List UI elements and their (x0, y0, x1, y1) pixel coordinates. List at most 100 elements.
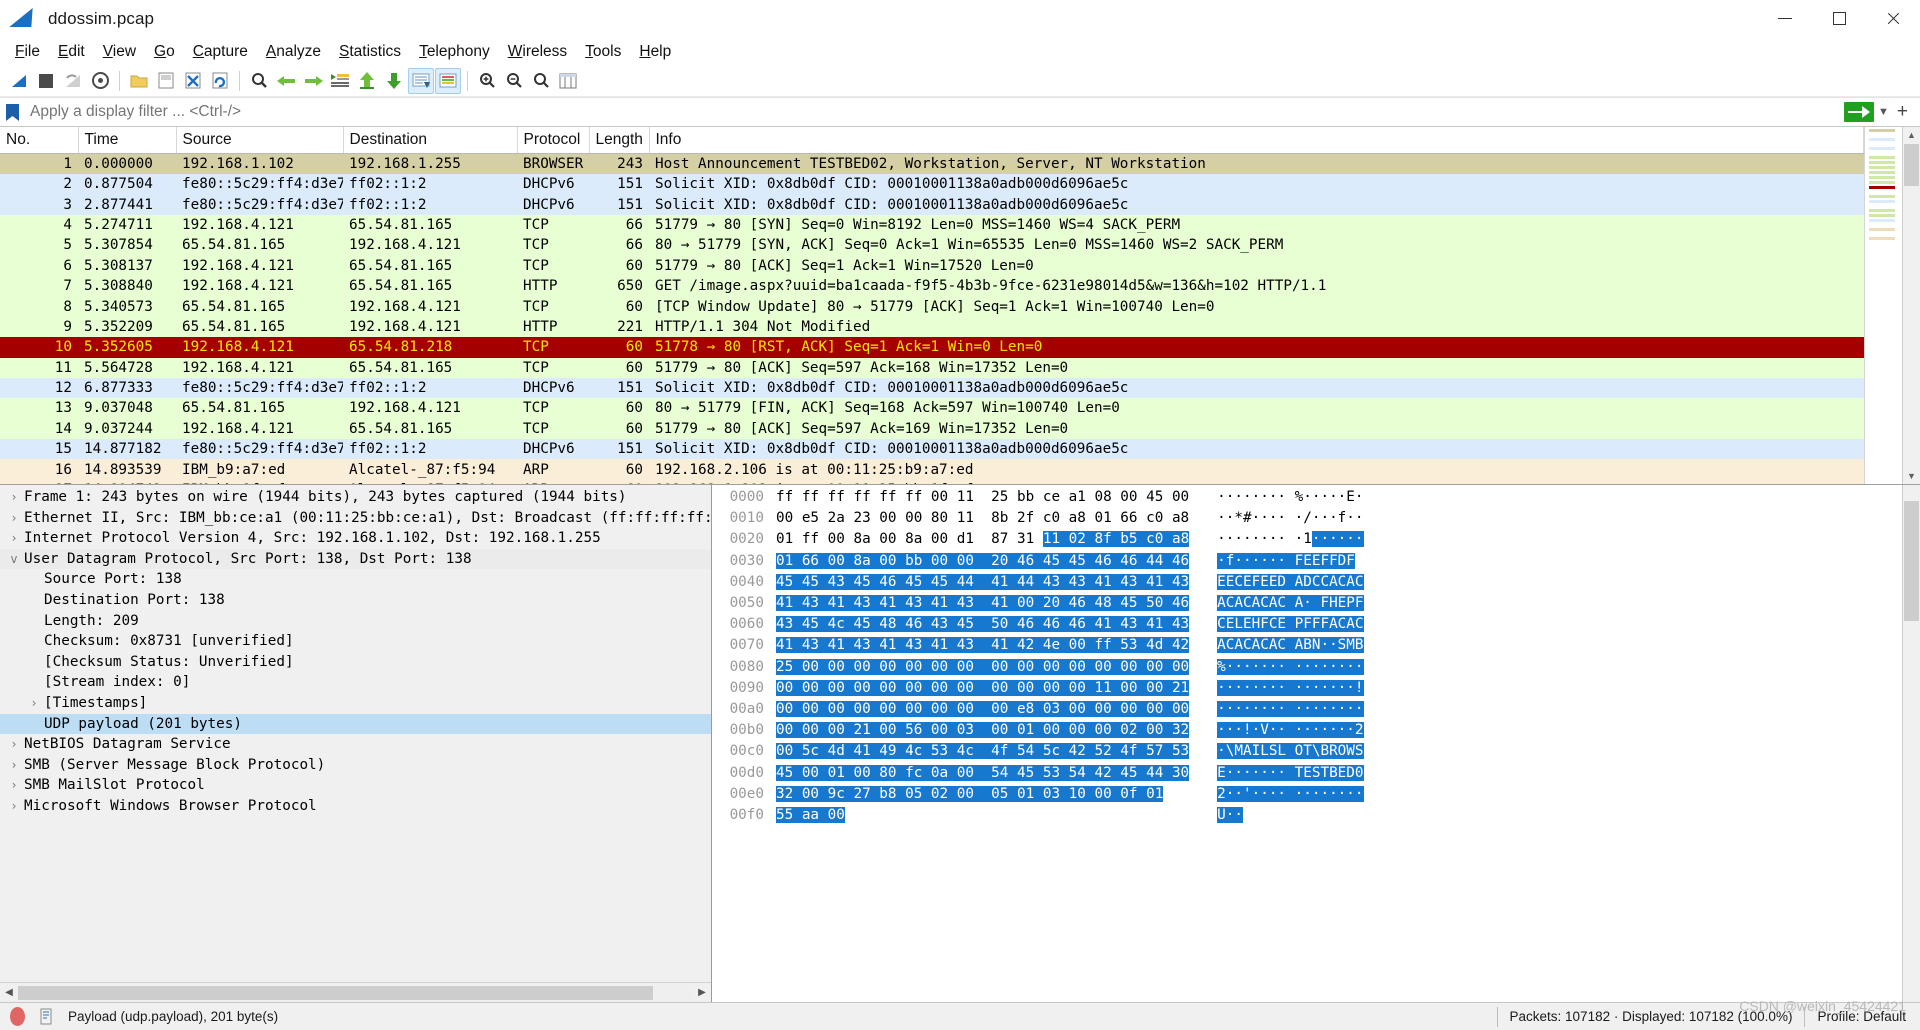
apply-filter-arrow-icon[interactable] (1844, 102, 1874, 122)
close-file-icon[interactable] (180, 68, 206, 94)
chevron-right-icon[interactable]: › (4, 487, 24, 508)
hex-bytes-row[interactable]: 45 45 43 45 46 45 45 44 41 44 43 43 41 4… (776, 572, 1190, 593)
hex-ascii-row[interactable]: %······· ········ (1217, 657, 1364, 678)
chevron-right-icon[interactable]: › (4, 755, 24, 776)
chevron-right-icon[interactable]: › (4, 796, 24, 817)
hex-ascii-row[interactable]: ACACACAC ABN··SMB (1217, 635, 1364, 656)
table-row[interactable]: 8 5.340573 65.54.81.165 192.168.4.121 TCP 60[… (0, 296, 1864, 317)
hex-ascii-row[interactable]: ··*#···· ·/···f·· (1217, 508, 1363, 529)
hex-bytes-row[interactable]: 01 66 00 8a 00 bb 00 00 20 46 45 45 46 4… (776, 551, 1190, 572)
detail-tree-row[interactable]: [Stream index: 0] (0, 672, 711, 693)
find-packet-icon[interactable] (246, 68, 272, 94)
hex-bytes-row[interactable]: 01 ff 00 8a 00 8a 00 d1 87 31 11 02 8f b… (776, 529, 1190, 550)
menu-view[interactable]: View (94, 40, 145, 64)
zoom-reset-icon[interactable] (528, 68, 554, 94)
chevron-right-icon[interactable]: › (4, 508, 24, 529)
search-input[interactable] (24, 98, 1844, 126)
open-file-icon[interactable] (126, 68, 152, 94)
capture-comment-icon[interactable] (39, 1008, 54, 1026)
menu-help[interactable]: Help (630, 40, 680, 64)
hex-ascii-row[interactable]: ········ ········ (1217, 699, 1364, 720)
save-file-icon[interactable] (153, 68, 179, 94)
zoom-in-icon[interactable] (474, 68, 500, 94)
maximize-button[interactable] (1812, 0, 1866, 38)
chevron-down-icon[interactable]: v (4, 549, 24, 570)
detail-tree-row[interactable]: Checksum: 0x8731 [unverified] (0, 631, 711, 652)
chevron-right-icon[interactable]: › (24, 693, 44, 714)
column-header-no[interactable]: No. (0, 127, 79, 154)
detail-tree-row[interactable]: › NetBIOS Datagram Service (0, 734, 711, 755)
scrollbar-thumb[interactable] (1904, 501, 1919, 621)
table-row[interactable]: 3 2.877441 fe80::5c29:ff4:d3e7… ff02::1:2 DH… (0, 194, 1864, 215)
zoom-out-icon[interactable] (501, 68, 527, 94)
packet-list-scrollbar[interactable]: ▲ ▼ (1902, 127, 1920, 484)
table-row[interactable]: 2 0.877504 fe80::5c29:ff4:d3e7… ff02::1:2 DH… (0, 174, 1864, 195)
intelligent-scrollbar[interactable] (1864, 127, 1902, 484)
colorize-icon[interactable] (435, 67, 461, 94)
hex-bytes-row[interactable]: 00 00 00 21 00 56 00 03 00 01 00 00 00 0… (776, 720, 1190, 741)
detail-tree-row[interactable]: Length: 209 (0, 611, 711, 632)
hex-bytes-row[interactable]: 00 5c 4d 41 49 4c 53 4c 4f 54 5c 42 52 4… (776, 741, 1190, 762)
hex-bytes-row[interactable]: 41 43 41 43 41 43 41 43 41 00 20 46 48 4… (776, 593, 1190, 614)
go-back-icon[interactable] (273, 68, 299, 94)
go-first-packet-icon[interactable] (354, 68, 380, 94)
hex-bytes-row[interactable]: 45 00 01 00 80 fc 0a 00 54 45 53 54 42 4… (776, 763, 1190, 784)
hex-ascii-row[interactable]: ········ ·······! (1217, 678, 1364, 699)
menu-analyze[interactable]: Analyze (257, 40, 330, 64)
menu-capture[interactable]: Capture (184, 40, 257, 64)
hex-ascii-row[interactable]: ········ %·····E· (1217, 487, 1363, 508)
column-header-time[interactable]: Time (78, 127, 177, 154)
menu-edit[interactable]: Edit (49, 40, 94, 64)
expert-info-icon[interactable] (10, 1007, 25, 1026)
table-row[interactable]: 1714.894742IBM_bb:1f:cfAlcatel-_87:f5:94… (0, 479, 1864, 484)
minimize-button[interactable] (1758, 0, 1812, 38)
hex-ascii-row[interactable]: E······· TESTBED0 (1217, 763, 1364, 784)
column-header-length[interactable]: Length (589, 127, 650, 154)
table-row[interactable]: 9 5.352209 65.54.81.165 192.168.4.121 HTTP 22… (0, 316, 1864, 338)
hex-bytes-row[interactable]: 55 aa 00 (776, 805, 1189, 826)
menu-go[interactable]: Go (145, 40, 184, 64)
chevron-down-icon[interactable]: ▼ (1878, 106, 1889, 118)
table-row[interactable]: 11 5.564728 192.168.4.121 65.54.81.165 TCP 60… (0, 357, 1864, 378)
table-row[interactable]: 5 5.307854 65.54.81.165 192.168.4.121 TCP 66 8… (0, 235, 1864, 256)
detail-tree-row[interactable]: › Frame 1: 243 bytes on wire (1944 bits),… (0, 487, 711, 508)
menu-statistics[interactable]: Statistics (330, 40, 410, 64)
restart-capture-icon[interactable] (60, 68, 86, 94)
table-row[interactable]: 6 5.308137 192.168.4.121 65.54.81.165 TCP 60 5… (0, 255, 1864, 276)
chevron-right-icon[interactable]: › (4, 528, 24, 549)
scroll-up-arrow-icon[interactable]: ▲ (1904, 127, 1919, 143)
go-last-packet-icon[interactable] (381, 68, 407, 94)
bookmark-icon[interactable] (0, 103, 24, 121)
hex-bytes-row[interactable]: 41 43 41 43 41 43 41 43 41 42 4e 00 ff 5… (776, 635, 1190, 656)
resize-columns-icon[interactable] (555, 68, 581, 94)
table-row[interactable]: 10 5.352605 192.168.4.121 65.54.81.218 TCP 60… (0, 337, 1864, 358)
detail-tree-row[interactable]: v User Datagram Protocol, Src Port: 138, … (0, 548, 711, 570)
table-row[interactable]: 15 14.877182 fe80::5c29:ff4:d3e7… ff02::1:2… (0, 439, 1864, 460)
hex-bytes-column[interactable]: ff ff ff ff ff ff 00 11 25 bb ce a1 08 0… (774, 487, 1190, 1002)
table-row[interactable]: 16 14.893539 IBM_b9:a7:ed Alcatel-_87:f5:94… (0, 459, 1864, 480)
capture-options-icon[interactable] (87, 68, 113, 94)
plus-icon[interactable]: + (1893, 101, 1912, 123)
detail-tree-row[interactable]: › Microsoft Windows Browser Protocol (0, 796, 711, 817)
hex-bytes-row[interactable]: ff ff ff ff ff ff 00 11 25 bb ce a1 08 0… (776, 487, 1189, 508)
stop-capture-icon[interactable] (33, 68, 59, 94)
status-profile-text[interactable]: Profile: Default (1817, 1009, 1906, 1024)
auto-scroll-icon[interactable] (408, 67, 434, 94)
column-header-source[interactable]: Source (176, 127, 344, 154)
hex-bytes-row[interactable]: 32 00 9c 27 b8 05 02 00 05 01 03 10 00 0… (776, 784, 1189, 805)
detail-tree-row[interactable]: › SMB MailSlot Protocol (0, 775, 711, 796)
go-to-packet-icon[interactable] (327, 68, 353, 94)
hex-ascii-row[interactable]: U·· (1217, 805, 1363, 826)
hex-ascii-row[interactable]: ···!·V·· ·······2 (1217, 720, 1364, 741)
hex-ascii-row[interactable]: ········ ·1······ (1217, 529, 1364, 550)
scroll-down-arrow-icon[interactable]: ▼ (1904, 468, 1919, 484)
hex-ascii-row[interactable]: ·f······ FEEFFDF (1217, 551, 1363, 572)
scrollbar-thumb[interactable] (1904, 144, 1919, 186)
detail-tree-row[interactable]: UDP payload (201 bytes) (0, 713, 711, 735)
column-header-protocol[interactable]: Protocol (517, 127, 590, 154)
hex-bytes-row[interactable]: 00 00 00 00 00 00 00 00 00 e8 03 00 00 0… (776, 699, 1190, 720)
chevron-right-icon[interactable]: › (4, 734, 24, 755)
detail-tree-row[interactable]: › Ethernet II, Src: IBM_bb:ce:a1 (00:11:2… (0, 508, 711, 529)
reload-file-icon[interactable] (207, 68, 233, 94)
column-header-destination[interactable]: Destination (343, 127, 518, 154)
